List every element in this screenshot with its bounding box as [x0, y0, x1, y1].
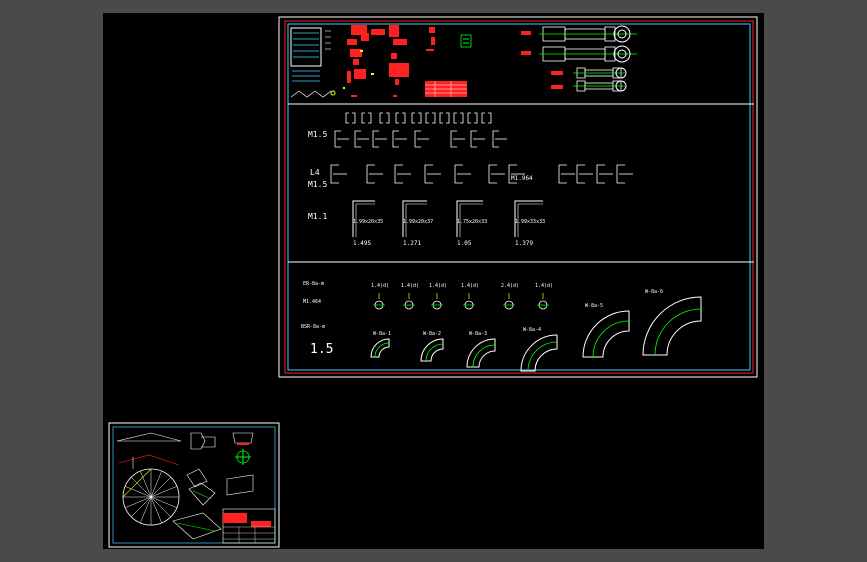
- angle-thick-label: 1.379: [515, 240, 533, 247]
- elbow-centerline: [592, 320, 630, 358]
- channel-profile: [488, 112, 492, 124]
- bolt-label: 1.4(d): [401, 283, 419, 289]
- channel-mid-label: M1.964: [511, 175, 533, 182]
- channel-profile: [474, 112, 478, 124]
- channel-profile: [460, 112, 464, 124]
- bolt-label: 1.4(d): [429, 283, 447, 289]
- channel-profile: [345, 112, 349, 124]
- channel-profile: [368, 112, 372, 124]
- green-symbol: [460, 34, 472, 48]
- elbow-fitting: [466, 338, 496, 368]
- channel-profile: [386, 112, 390, 124]
- angle-dims-label: 1.99x33x33: [515, 219, 545, 225]
- elbow-label: W-8a-2: [423, 331, 441, 337]
- elbow-label: W-8a-6: [645, 289, 663, 295]
- angle-dims-label: 1.99x20x35: [353, 219, 383, 225]
- sheet-b: [108, 422, 280, 548]
- cone-sketch: [116, 432, 182, 469]
- channel-profile: [439, 112, 443, 124]
- elbow-label: W-8a-4: [523, 327, 541, 333]
- row1-label: M1.5: [308, 130, 327, 139]
- pie-segment-line: [131, 477, 152, 498]
- channel-profile: [481, 112, 485, 124]
- channel-profile: [446, 112, 450, 124]
- row1-profiles: [330, 112, 633, 184]
- bolt-label: 1.4(d): [535, 283, 553, 289]
- bolt-label: 2.4(d): [501, 283, 519, 289]
- detail-box: [290, 27, 322, 67]
- elbow-label: W-8a-3: [469, 331, 487, 337]
- elbow-label: W-8a-5: [585, 303, 603, 309]
- channel-profile: [432, 112, 436, 124]
- flange-icon: [226, 432, 254, 496]
- parts-table: [425, 81, 467, 97]
- row3-label: M1.1: [308, 212, 327, 221]
- elbow-centerline: [527, 341, 558, 372]
- angle-thick-label: 1.05: [457, 240, 472, 247]
- elbow-fitting: [420, 338, 444, 362]
- channel-profile: [418, 112, 422, 124]
- pie-icon: [122, 468, 180, 526]
- bottom-label-1: ER-8a-m: [303, 281, 324, 287]
- cad-drawing: M1.5 L4 M1.5 M1.1 M1.964 ER-8a-m M1.464 …: [108, 16, 758, 548]
- elbow-fitting: [582, 310, 630, 358]
- elbow-label: W-8a-1: [373, 331, 391, 337]
- angle-thick-label: 1.495: [353, 240, 371, 247]
- row2-label-b: M1.5: [308, 180, 327, 189]
- bolt-label: 1.4(d): [371, 283, 389, 289]
- elbow-fitting: [370, 338, 390, 358]
- elbow-centerline: [654, 308, 702, 356]
- pie-segment-line: [131, 496, 152, 517]
- channel-profile: [395, 112, 399, 124]
- channel-profile: [467, 112, 471, 124]
- title-block-icon: [222, 508, 276, 544]
- row2-label-a: L4: [310, 168, 320, 177]
- channel-profile: [411, 112, 415, 124]
- red-annotation-cluster: [347, 25, 435, 97]
- angle-dims-label: 1.99x20x37: [403, 219, 433, 225]
- channel-profile: [425, 112, 429, 124]
- channel-profile: [352, 112, 356, 124]
- elbow-icon: [172, 432, 222, 540]
- bolt-assemblies: [521, 25, 637, 92]
- channel-profile: [402, 112, 406, 124]
- elbow-fitting: [642, 296, 702, 356]
- angle-thick-label: 1.271: [403, 240, 421, 247]
- sheet-a: M1.5 L4 M1.5 M1.1 M1.964 ER-8a-m M1.464 …: [278, 16, 758, 378]
- pie-segment-line: [150, 496, 171, 517]
- pie-segment-line: [150, 477, 171, 498]
- cad-model-space[interactable]: M1.5 L4 M1.5 M1.1 M1.964 ER-8a-m M1.464 …: [103, 13, 764, 549]
- bolt-label: 1.4(d): [461, 283, 479, 289]
- top-left-detail: [290, 27, 336, 98]
- bottom-label-3: BSR-8a-m: [301, 324, 325, 330]
- angle-dims-label: 1.75x20x33: [457, 219, 487, 225]
- elbow-fitting: [520, 334, 558, 372]
- bottom-label-4: 1.5: [310, 342, 333, 357]
- bottom-label-2: M1.464: [303, 299, 321, 305]
- channel-profile: [379, 112, 383, 124]
- channel-profile: [453, 112, 457, 124]
- channel-profile: [361, 112, 365, 124]
